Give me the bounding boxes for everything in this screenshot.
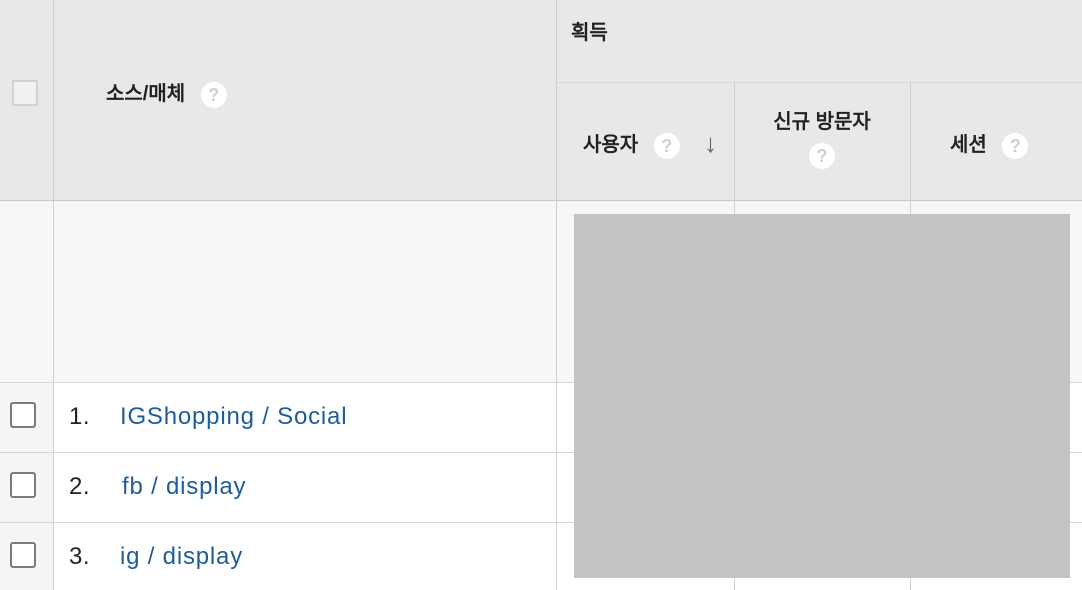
help-icon[interactable]: ? <box>653 132 680 159</box>
new-visitors-column-header[interactable]: 신규 방문자 ? <box>734 108 910 169</box>
source-medium-link[interactable]: IGShopping / Social <box>120 402 347 432</box>
sessions-column-header[interactable]: 세션 ? <box>950 131 1029 159</box>
source-medium-label: 소스/매체 <box>106 83 186 105</box>
new-visitors-label: 신규 방문자 <box>773 111 871 133</box>
source-medium-link[interactable]: ig / display <box>120 542 243 572</box>
source-medium-header[interactable]: 소스/매체 ? <box>106 80 227 108</box>
redacted-metrics-block <box>574 214 1070 578</box>
select-all-checkbox[interactable] <box>12 80 38 106</box>
row-checkbox[interactable] <box>10 542 36 568</box>
help-icon[interactable]: ? <box>809 143 835 169</box>
row-checkbox[interactable] <box>10 402 36 428</box>
help-icon[interactable]: ? <box>1002 132 1029 159</box>
users-label: 사용자 <box>583 134 639 156</box>
users-column-header[interactable]: 사용자 ? <box>583 131 680 159</box>
help-icon[interactable]: ? <box>200 81 227 108</box>
source-medium-link[interactable]: fb / display <box>122 472 246 502</box>
row-index: 3. <box>69 543 91 570</box>
row-index: 1. <box>69 403 91 430</box>
table-row: 2. fb / display <box>0 453 556 522</box>
row-index: 2. <box>69 473 91 500</box>
row-checkbox[interactable] <box>10 472 36 498</box>
table-row: 3. ig / display <box>0 523 556 590</box>
table-row: 1. IGShopping / Social <box>0 383 556 452</box>
sort-descending-icon[interactable]: ↓ <box>704 129 717 157</box>
sessions-label: 세션 <box>950 134 987 156</box>
acquisition-group-title: 획득 <box>571 22 608 44</box>
